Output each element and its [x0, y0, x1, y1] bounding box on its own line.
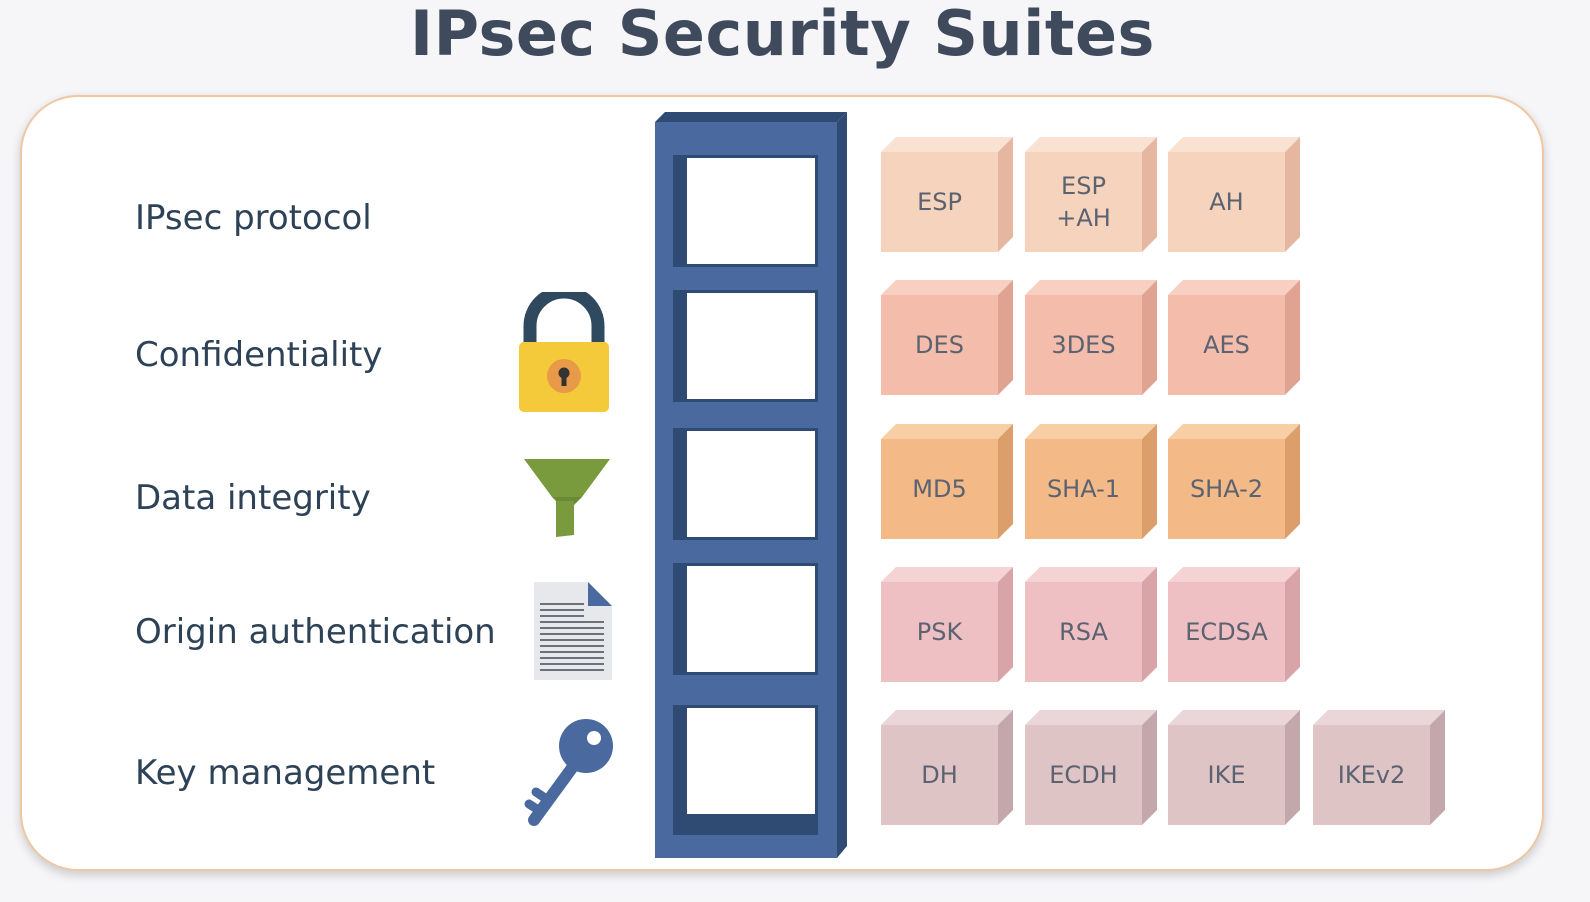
algorithm-label: IKEv2 [1337, 761, 1406, 789]
algorithm-box: DH [881, 710, 1013, 825]
key-icon [524, 716, 616, 832]
algorithm-box: IKE [1168, 710, 1300, 825]
algorithm-label: SHA-2 [1189, 475, 1264, 503]
algorithm-box: DES [881, 280, 1013, 395]
shelf-slot [673, 563, 818, 675]
algorithm-box: MD5 [881, 424, 1013, 539]
shelf-slot [673, 290, 818, 402]
algorithm-label: MD5 [912, 475, 967, 503]
algorithm-label: ECDH [1049, 761, 1118, 789]
funnel-icon [522, 455, 612, 543]
row-label-origin-authentication: Origin authentication [135, 612, 496, 652]
algorithm-box: AH [1168, 137, 1300, 252]
algorithm-label: AH [1209, 188, 1244, 216]
row-label-key-management: Key management [135, 753, 436, 793]
algorithm-box: ESP [881, 137, 1013, 252]
shelf-slot [673, 705, 818, 835]
page-title: IPsec Security Suites [410, 0, 1155, 70]
algorithm-label: ECDSA [1185, 618, 1268, 646]
algorithm-box: AES [1168, 280, 1300, 395]
algorithm-label: AES [1203, 331, 1250, 359]
algorithm-box: 3DES [1025, 280, 1157, 395]
shelf-slot [673, 428, 818, 540]
algorithm-box: IKEv2 [1313, 710, 1445, 825]
algorithm-label: DH [921, 761, 958, 789]
algorithm-box: ESP +AH [1025, 137, 1157, 252]
algorithm-label: DES [915, 331, 964, 359]
algorithm-label: ESP +AH [1056, 172, 1111, 232]
document-icon [532, 580, 614, 686]
algorithm-label: PSK [916, 618, 963, 646]
algorithm-box: ECDH [1025, 710, 1157, 825]
padlock-icon [515, 285, 615, 420]
algorithm-box: SHA-1 [1025, 424, 1157, 539]
algorithm-label: IKE [1207, 761, 1246, 789]
algorithm-box: PSK [881, 567, 1013, 682]
algorithm-label: RSA [1059, 618, 1108, 646]
algorithm-label: 3DES [1051, 331, 1116, 359]
shelf-slot [673, 155, 818, 267]
suite-shelf [655, 110, 851, 870]
algorithm-label: ESP [917, 188, 962, 216]
row-label-ipsec-protocol: IPsec protocol [135, 198, 372, 238]
algorithm-label: SHA-1 [1046, 475, 1121, 503]
row-label-data-integrity: Data integrity [135, 478, 371, 518]
algorithm-box: RSA [1025, 567, 1157, 682]
row-label-confidentiality: Confidentiality [135, 335, 383, 375]
algorithm-box: SHA-2 [1168, 424, 1300, 539]
algorithm-box: ECDSA [1168, 567, 1300, 682]
